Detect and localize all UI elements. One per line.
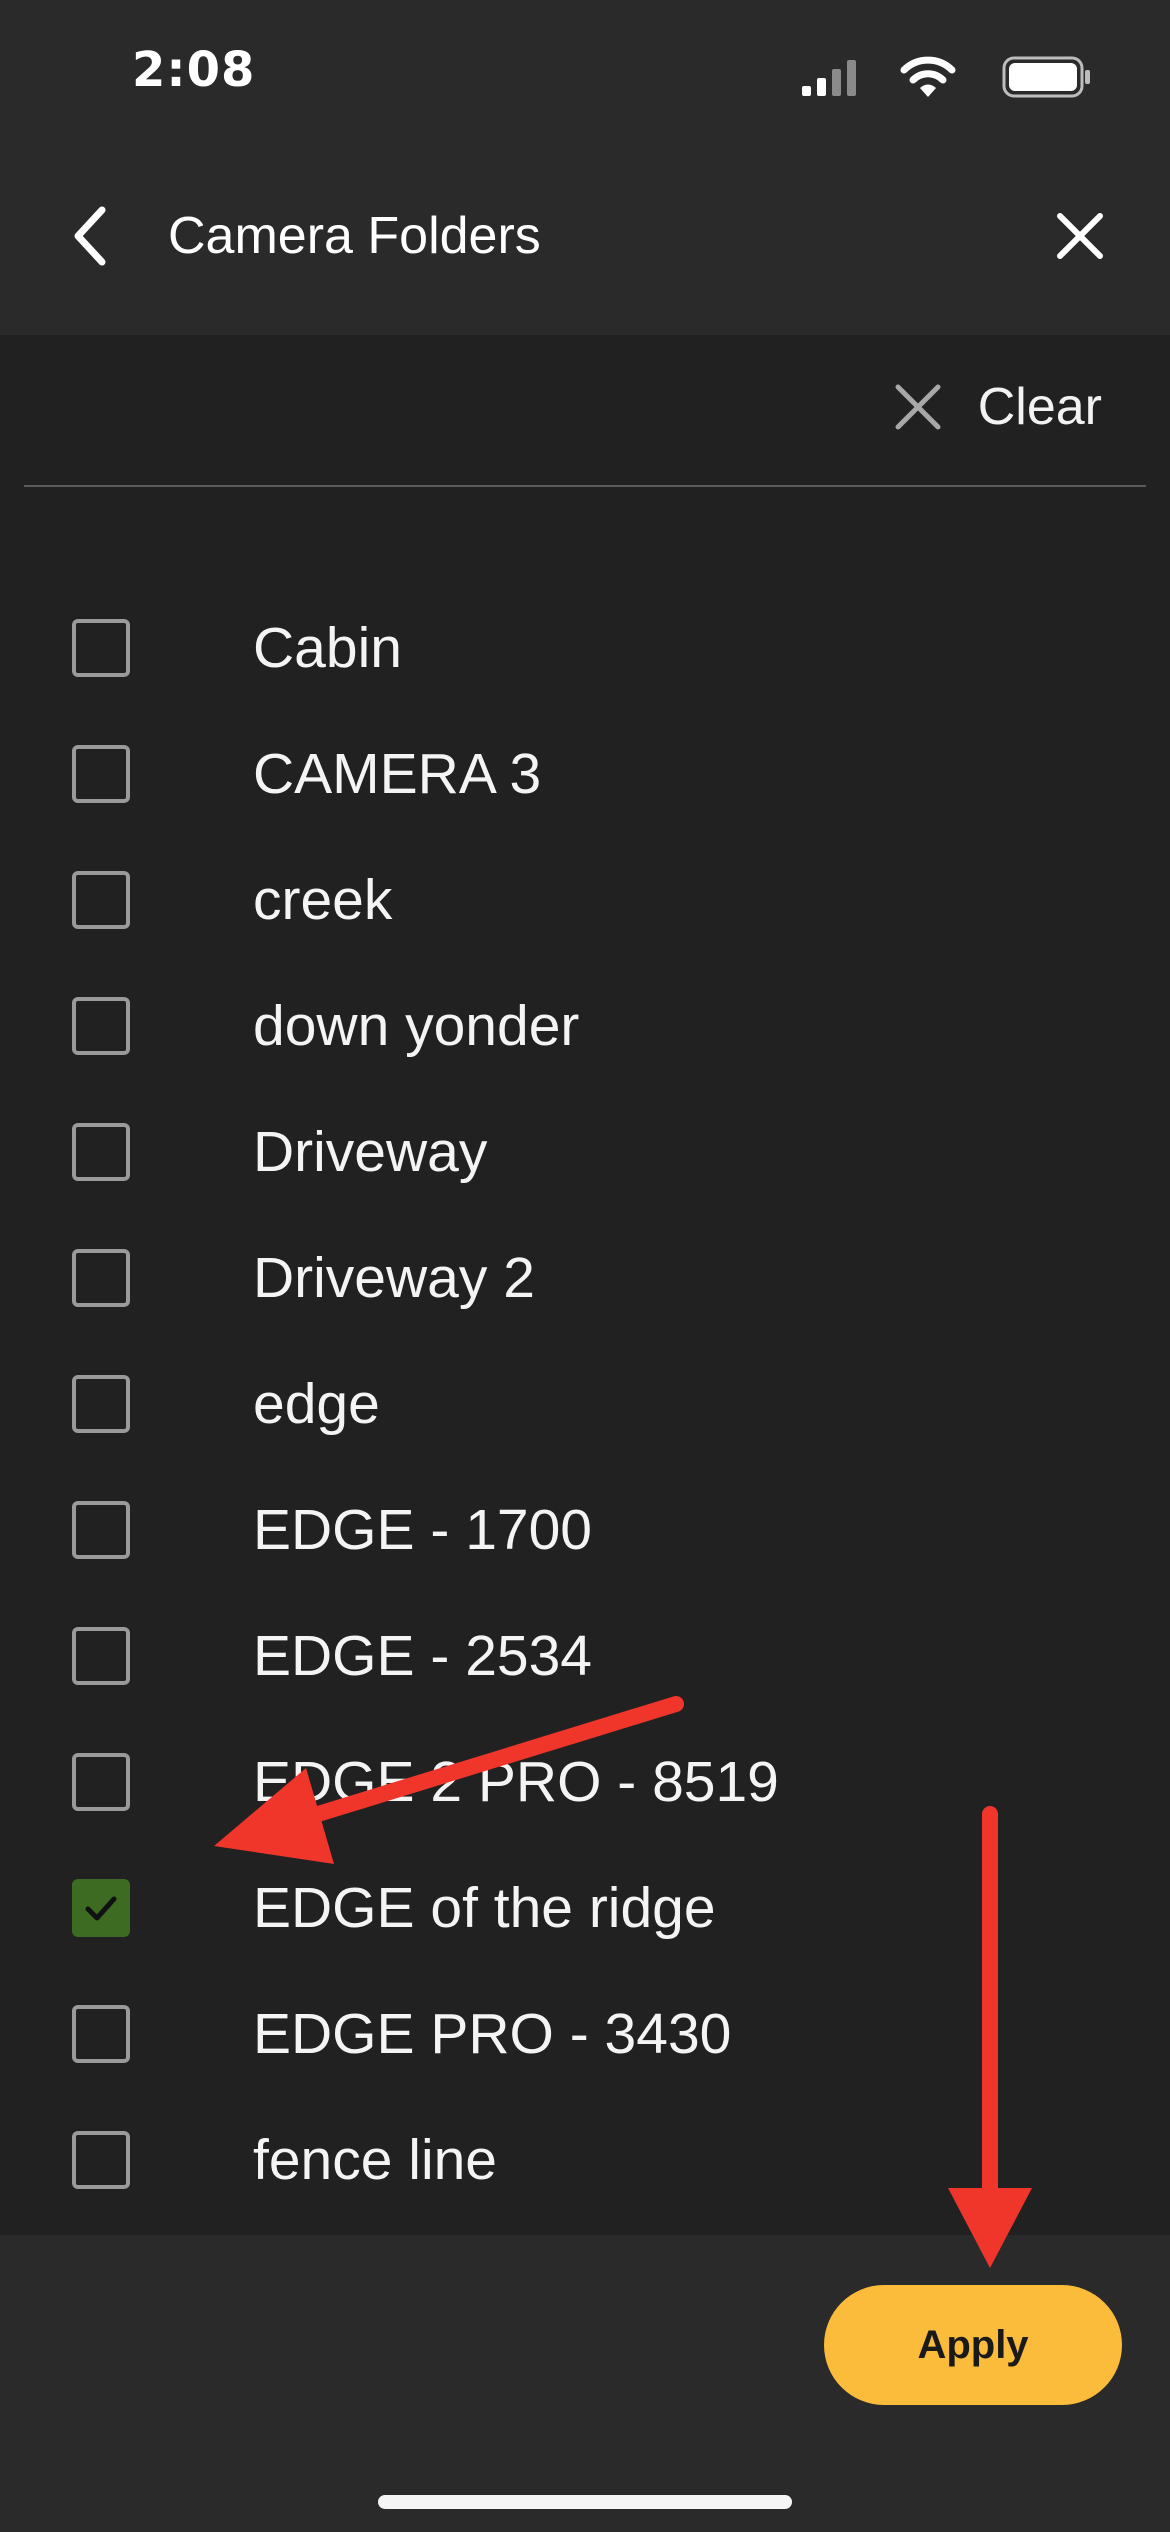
folder-item[interactable]: EDGE of the ridge: [0, 1845, 1170, 1971]
checkbox[interactable]: [72, 997, 130, 1055]
folder-filter-panel: Clear Cabin CAMERA 3 creek down yonder Drive…: [0, 335, 1170, 2235]
checkbox[interactable]: [72, 619, 130, 677]
folder-label: EDGE - 2534: [253, 1624, 592, 1688]
bottom-bar: Apply: [0, 2235, 1170, 2532]
folder-label: fence line: [253, 2128, 498, 2192]
nav-bar: Camera Folders: [0, 150, 1170, 335]
signal-icon: [802, 60, 856, 96]
clear-button[interactable]: Clear: [888, 367, 1102, 447]
folder-label: EDGE - 1700: [253, 1498, 592, 1562]
folder-label: Driveway: [253, 1120, 488, 1184]
wifi-icon: [900, 56, 956, 97]
folder-label: edge: [253, 1372, 380, 1436]
checkmark-icon: [85, 1896, 117, 1921]
checkbox[interactable]: [72, 1753, 130, 1811]
checkbox[interactable]: [72, 1249, 130, 1307]
checkbox[interactable]: [72, 2131, 130, 2189]
folder-label: EDGE of the ridge: [253, 1876, 716, 1940]
chevron-left-icon: [74, 206, 106, 266]
folder-list: Cabin CAMERA 3 creek down yonder Driveway Dri…: [0, 585, 1170, 2223]
folder-label: CAMERA 3: [253, 742, 542, 806]
folder-item[interactable]: Driveway 2: [0, 1215, 1170, 1341]
folder-label: down yonder: [253, 994, 580, 1058]
checkbox[interactable]: [72, 871, 130, 929]
folder-item[interactable]: EDGE - 1700: [0, 1467, 1170, 1593]
checkbox-checked[interactable]: [72, 1879, 130, 1937]
clear-label: Clear: [977, 378, 1102, 436]
folder-item[interactable]: EDGE - 2534: [0, 1593, 1170, 1719]
folder-item[interactable]: EDGE PRO - 3430: [0, 1971, 1170, 2097]
folder-item[interactable]: Driveway: [0, 1089, 1170, 1215]
folder-label: EDGE PRO - 3430: [253, 2002, 732, 2066]
checkbox[interactable]: [72, 1375, 130, 1433]
checkbox[interactable]: [72, 745, 130, 803]
folder-item[interactable]: down yonder: [0, 963, 1170, 1089]
checkbox[interactable]: [72, 1123, 130, 1181]
close-icon: [1057, 213, 1103, 259]
folder-item[interactable]: CAMERA 3: [0, 711, 1170, 837]
folder-item[interactable]: fence line: [0, 2097, 1170, 2223]
folder-label: Driveway 2: [253, 1246, 535, 1310]
checkbox[interactable]: [72, 1501, 130, 1559]
clear-close-icon: [895, 384, 941, 430]
folder-label: creek: [253, 868, 393, 932]
status-icons: [692, 54, 1092, 98]
folder-item[interactable]: Cabin: [0, 585, 1170, 711]
folder-item[interactable]: EDGE 2 PRO - 8519: [0, 1719, 1170, 1845]
apply-button[interactable]: Apply: [824, 2285, 1122, 2405]
page-title: Camera Folders: [168, 207, 541, 265]
close-button[interactable]: [1040, 196, 1120, 276]
folder-label: Cabin: [253, 616, 402, 680]
checkbox[interactable]: [72, 2005, 130, 2063]
folder-item[interactable]: creek: [0, 837, 1170, 963]
battery-icon: [1002, 56, 1090, 98]
folder-label: EDGE 2 PRO - 8519: [253, 1750, 779, 1814]
back-button[interactable]: [50, 196, 130, 276]
checkbox[interactable]: [72, 1627, 130, 1685]
status-time: 2:08: [132, 42, 256, 98]
home-indicator: [378, 2495, 792, 2509]
status-bar: 2:08: [0, 0, 1170, 150]
divider: [24, 485, 1146, 487]
folder-item[interactable]: edge: [0, 1341, 1170, 1467]
